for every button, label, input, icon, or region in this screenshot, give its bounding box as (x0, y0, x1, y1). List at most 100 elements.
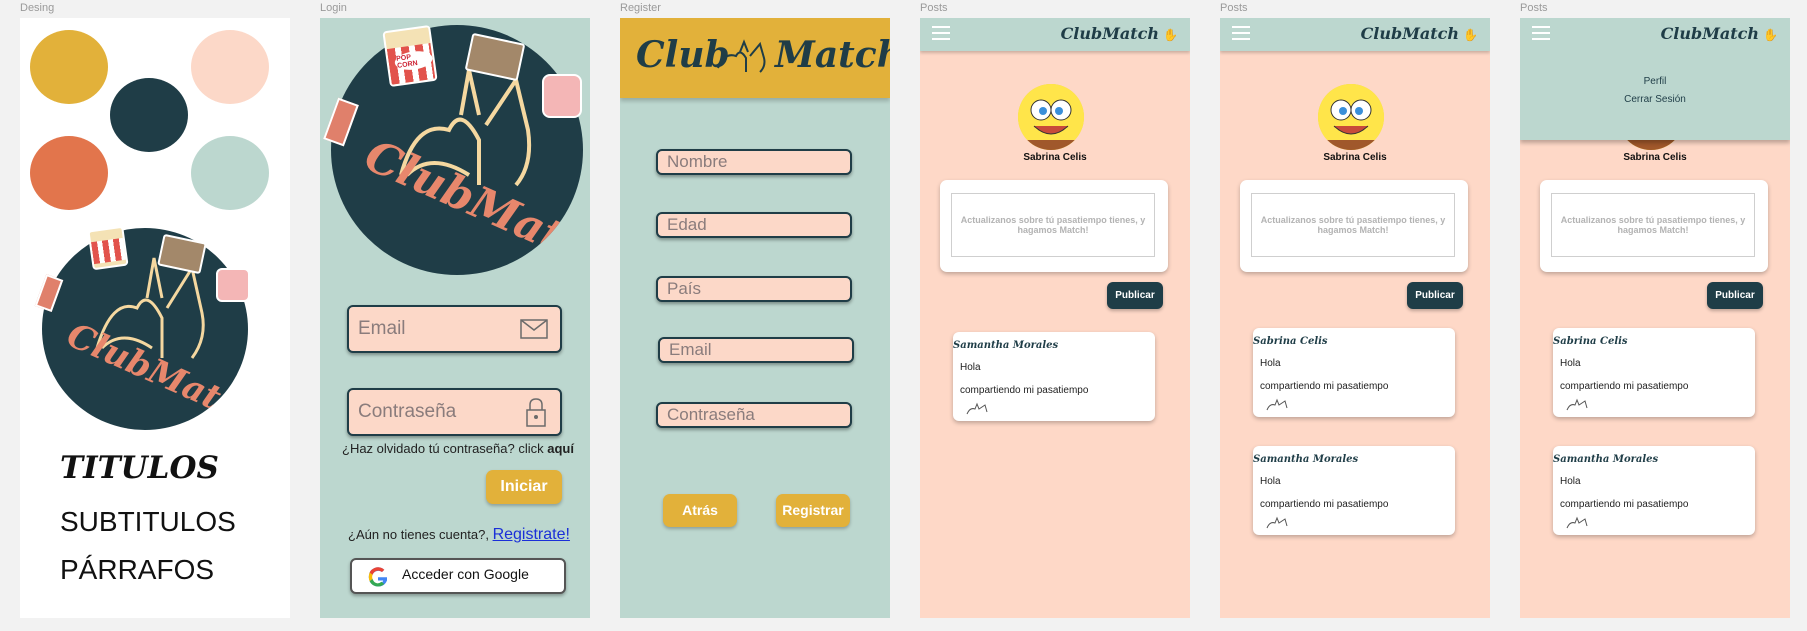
sponge-avatar-icon (1318, 84, 1384, 150)
post-card: Sabrina Celis Hola compartiendo mi pasat… (1253, 328, 1455, 417)
google-icon (368, 567, 387, 587)
swatch-mint (191, 136, 269, 210)
post-composer[interactable]: Actualizanos sobre tú pasatiempo tienes,… (1240, 180, 1468, 272)
post-line-1: Hola (1560, 476, 1581, 487)
back-button[interactable]: Atrás (663, 494, 737, 527)
email-field[interactable]: Email (658, 337, 854, 363)
age-placeholder: Edad (667, 215, 707, 234)
post-composer[interactable]: Actualizanos sobre tú pasatiempo tienes,… (1540, 180, 1768, 272)
swatch-orange (30, 136, 108, 210)
forgot-password-row: ¿Haz olvidado tú contraseña? click aquí (342, 441, 574, 456)
frame-label-design: Desing (20, 2, 55, 14)
post-author: Sabrina Celis (1553, 336, 1628, 347)
password-placeholder: Contraseña (358, 401, 457, 422)
forgot-password-link[interactable]: aquí (547, 441, 574, 456)
swatch-peach (191, 30, 269, 104)
swatch-gold (30, 30, 108, 104)
register-header-match: Match (775, 34, 890, 76)
posts-frame-3: Sabrina Celis Actualizanos sobre tú pasa… (1520, 18, 1790, 618)
publish-button[interactable]: Publicar (1407, 282, 1463, 309)
email-placeholder: Email (669, 340, 712, 359)
design-frame: ClubMatch TITULOS SUBTITULOS PÁRRAFOS (20, 18, 290, 618)
popcorn-sticker-icon (87, 225, 129, 271)
post-author: Samantha Morales (1253, 454, 1359, 465)
profile-name: Sabrina Celis (1623, 152, 1687, 163)
club-match-logo: ClubMatch (42, 228, 248, 430)
typography-titles: TITULOS (60, 450, 219, 486)
club-match-logo: ClubMatch (331, 25, 583, 275)
post-composer[interactable]: Actualizanos sobre tú pasatiempo tienes,… (940, 180, 1168, 272)
post-card: Samantha Morales Hola compartiendo mi pa… (1253, 446, 1455, 535)
match-hands-icon[interactable] (1265, 516, 1289, 530)
brand-text: ClubMatch (1360, 24, 1460, 43)
popcorn-sticker-icon: POP CORN (382, 24, 438, 88)
publish-button[interactable]: Publicar (1107, 282, 1163, 309)
login-button[interactable]: Iniciar (486, 470, 562, 504)
hands-pinky-icon (717, 39, 766, 73)
hands-pinky-icon: ✋ (1463, 28, 1478, 42)
post-line-2: compartiendo mi pasatiempo (960, 385, 1089, 396)
avatar[interactable] (1318, 84, 1384, 150)
register-prompt-row: ¿Aún no tienes cuenta?, Registrate! (348, 526, 570, 544)
lock-icon (526, 398, 546, 427)
hamburger-menu-icon[interactable] (1232, 26, 1250, 40)
cupcake-sticker-icon (542, 74, 582, 118)
publish-button[interactable]: Publicar (1707, 282, 1763, 309)
post-author: Samantha Morales (953, 340, 1059, 351)
post-author: Samantha Morales (1553, 454, 1659, 465)
menu-item-profile[interactable]: Perfil (1520, 76, 1790, 87)
hamburger-menu-icon[interactable] (932, 26, 950, 40)
match-hands-icon[interactable] (1265, 398, 1289, 412)
hands-pinky-icon: ✋ (1763, 28, 1778, 42)
cupcake-sticker-icon (216, 268, 250, 302)
password-field[interactable]: Contraseña (656, 402, 852, 428)
profile-name: Sabrina Celis (1023, 152, 1087, 163)
hamburger-menu-icon[interactable] (1532, 26, 1550, 40)
match-hands-icon[interactable] (1565, 398, 1589, 412)
email-placeholder: Email (358, 318, 406, 339)
composer-input[interactable]: Actualizanos sobre tú pasatiempo tienes,… (951, 193, 1155, 257)
hands-pinky-icon: ✋ (1163, 28, 1178, 42)
post-line-1: Hola (960, 362, 981, 373)
sponge-avatar-icon (1018, 84, 1084, 150)
brand-text: ClubMatch (1660, 24, 1760, 43)
register-button[interactable]: Registrar (776, 494, 850, 527)
age-field[interactable]: Edad (656, 212, 852, 238)
name-placeholder: Nombre (667, 152, 728, 171)
frame-label-posts-1: Posts (920, 2, 948, 14)
country-field[interactable]: País (656, 276, 852, 302)
composer-input[interactable]: Actualizanos sobre tú pasatiempo tienes,… (1551, 193, 1755, 257)
post-card: Samantha Morales Hola compartiendo mi pa… (953, 332, 1155, 421)
composer-input[interactable]: Actualizanos sobre tú pasatiempo tienes,… (1251, 193, 1455, 257)
match-hands-icon[interactable] (965, 402, 989, 416)
frame-label-login: Login (320, 2, 347, 14)
frame-label-posts-2: Posts (1220, 2, 1248, 14)
post-author: Sabrina Celis (1253, 336, 1328, 347)
brand-logo: ClubMatch ✋ (1661, 24, 1778, 43)
google-button-label: Acceder con Google (402, 566, 529, 582)
swatch-navy (110, 78, 188, 152)
post-line-2: compartiendo mi pasatiempo (1560, 499, 1689, 510)
register-link[interactable]: Registrate! (493, 526, 570, 543)
country-placeholder: País (667, 279, 702, 298)
register-header: Club Match (620, 18, 890, 98)
post-line-2: compartiendo mi pasatiempo (1560, 381, 1689, 392)
name-field[interactable]: Nombre (656, 149, 852, 175)
typography-subtitles: SUBTITULOS (60, 506, 236, 537)
dropdown-menu: ClubMatch ✋ Perfil Cerrar Sesión (1520, 18, 1790, 140)
post-line-1: Hola (1560, 358, 1581, 369)
avatar[interactable] (1018, 84, 1084, 150)
post-line-1: Hola (1260, 476, 1281, 487)
post-card: Sabrina Celis Hola compartiendo mi pasat… (1553, 328, 1755, 417)
google-signin-button[interactable]: Acceder con Google (350, 558, 566, 594)
register-frame: Club Match Nombre Edad País Email Contra… (620, 18, 890, 618)
frame-label-posts-3: Posts (1520, 2, 1548, 14)
password-field[interactable]: Contraseña (347, 388, 562, 436)
brand-logo: ClubMatch ✋ (1361, 24, 1478, 43)
post-line-2: compartiendo mi pasatiempo (1260, 381, 1389, 392)
brand-logo: ClubMatch ✋ (1061, 24, 1178, 43)
match-hands-icon[interactable] (1565, 516, 1589, 530)
no-account-text: ¿Aún no tienes cuenta?, (348, 527, 489, 542)
menu-item-logout[interactable]: Cerrar Sesión (1520, 94, 1790, 105)
email-field[interactable]: Email (347, 305, 562, 353)
